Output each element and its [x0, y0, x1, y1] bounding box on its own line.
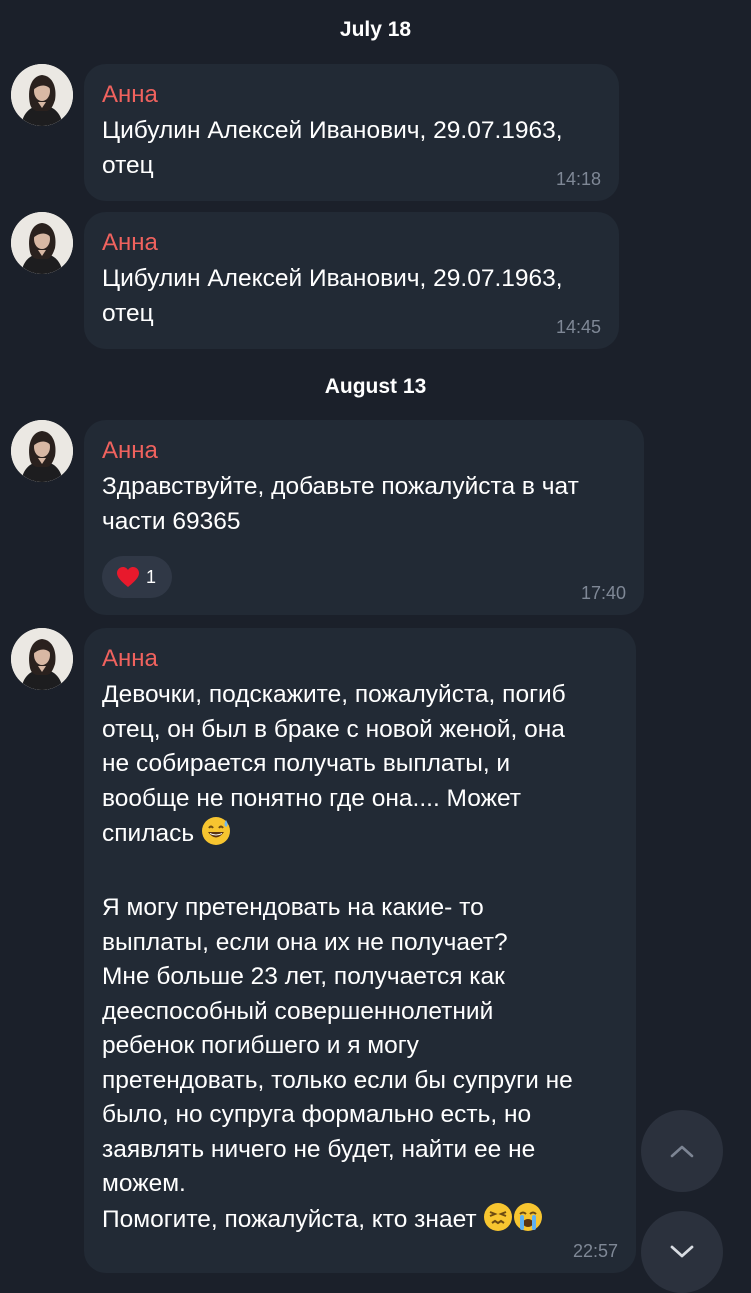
- crying-emoji-icon: [513, 1202, 543, 1243]
- message-bubble[interactable]: Анна Цибулин Алексей Иванович, 29.07.196…: [84, 212, 619, 349]
- sender-name[interactable]: Анна: [102, 436, 626, 466]
- confounded-emoji-icon: [483, 1202, 513, 1243]
- message-text-part1: Девочки, подскажите, пожалуйста, погиб о…: [102, 681, 566, 847]
- message-time: 22:57: [572, 1241, 618, 1261]
- sender-name[interactable]: Анна: [102, 644, 618, 674]
- sweat-smile-emoji-icon: [201, 816, 231, 857]
- reaction-count: 1: [146, 566, 157, 587]
- date-separator: August 13: [324, 375, 427, 398]
- message-text: Цибулин Алексей Иванович, 29.07.1963, от…: [102, 117, 563, 179]
- avatar[interactable]: [11, 420, 73, 482]
- message-bubble[interactable]: Анна Цибулин Алексей Иванович, 29.07.196…: [84, 64, 619, 201]
- message-text-part2: Я могу претендовать на какие- то выплаты…: [102, 894, 573, 1233]
- chat-area: July 18 Анна Цибулин Алексей Иванович, 2…: [0, 0, 751, 1293]
- scroll-down-button[interactable]: [641, 1211, 723, 1293]
- message-text: Здравствуйте, добавьте пожалуйста в чат …: [102, 473, 579, 535]
- avatar[interactable]: [11, 628, 73, 690]
- reaction-chip[interactable]: 1: [102, 556, 173, 598]
- message-bubble[interactable]: Анна Девочки, подскажите, пожалуйста, по…: [84, 628, 636, 1273]
- sender-name[interactable]: Анна: [102, 228, 601, 258]
- message-bubble[interactable]: Анна Здравствуйте, добавьте пожалуйста в…: [84, 420, 644, 615]
- message-text: Цибулин Алексей Иванович, 29.07.1963, от…: [102, 265, 563, 327]
- sender-name[interactable]: Анна: [102, 80, 601, 110]
- date-separator: July 18: [339, 18, 412, 41]
- scroll-up-button[interactable]: [641, 1110, 723, 1192]
- message-time: 14:18: [555, 169, 601, 189]
- avatar[interactable]: [11, 64, 73, 126]
- avatar[interactable]: [11, 212, 73, 274]
- chevron-up-icon: [670, 1145, 694, 1158]
- message-time: 17:40: [580, 583, 626, 603]
- chevron-down-icon: [670, 1245, 694, 1258]
- heart-icon: [117, 567, 139, 587]
- message-text: Девочки, подскажите, пожалуйста, погиб о…: [102, 678, 618, 1242]
- message-time: 14:45: [555, 317, 601, 337]
